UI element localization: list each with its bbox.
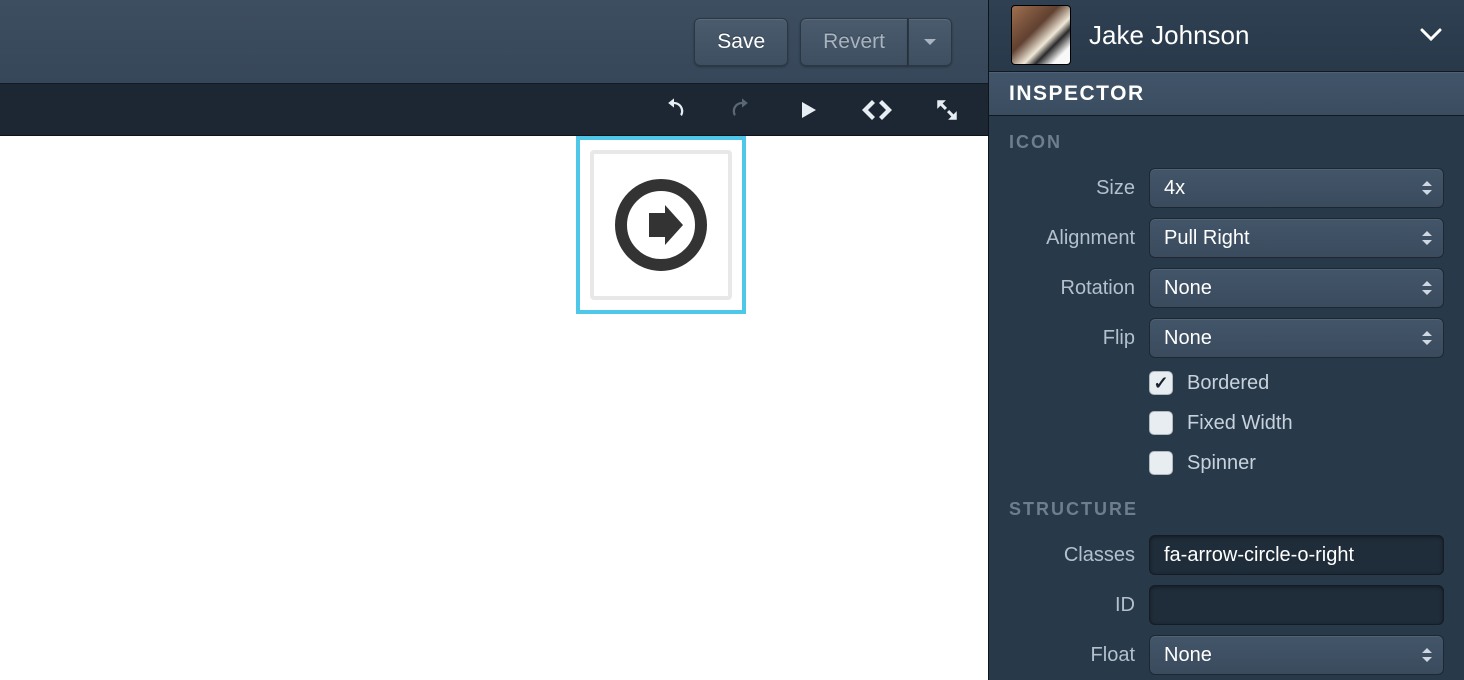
selected-element[interactable] [576,136,746,314]
rotation-value: None [1164,277,1212,300]
undo-icon [660,96,688,124]
arrow-circle-right-icon [611,175,711,275]
caret-down-icon [923,37,937,47]
size-label: Size [1009,177,1135,200]
sort-icon [1421,329,1433,347]
code-icon [860,97,894,123]
float-label: Float [1009,644,1135,667]
section-structure-label: STRUCTURE [989,483,1464,530]
classes-label: Classes [1009,544,1135,567]
size-select[interactable]: 4x [1149,168,1444,208]
rotation-label: Rotation [1009,277,1135,300]
redo-button[interactable] [728,96,756,124]
classes-input[interactable]: fa-arrow-circle-o-right [1149,535,1444,575]
fixed-width-checkbox[interactable] [1149,411,1173,435]
save-button[interactable]: Save [694,18,788,66]
id-input[interactable] [1149,585,1444,625]
alignment-label: Alignment [1009,227,1135,250]
undo-button[interactable] [660,96,688,124]
sort-icon [1421,229,1433,247]
float-select[interactable]: None [1149,635,1444,675]
bordered-checkbox[interactable] [1149,371,1173,395]
section-icon-label: ICON [989,116,1464,163]
redo-icon [728,96,756,124]
expand-icon [934,97,960,123]
rotation-select[interactable]: None [1149,268,1444,308]
bordered-label: Bordered [1187,372,1269,395]
sort-icon [1421,179,1433,197]
size-value: 4x [1164,177,1185,200]
icon-border-frame [590,150,732,300]
user-name: Jake Johnson [1089,20,1402,51]
user-menu[interactable]: Jake Johnson [989,0,1464,72]
play-icon [796,98,820,122]
chevron-down-icon [1420,28,1442,42]
classes-value: fa-arrow-circle-o-right [1164,544,1354,567]
right-panel: Jake Johnson INSPECTOR ICON Size 4x Alig… [988,0,1464,680]
revert-dropdown-button[interactable] [908,18,952,66]
alignment-select[interactable]: Pull Right [1149,218,1444,258]
id-label: ID [1009,594,1135,617]
inspector-header: INSPECTOR [989,72,1464,116]
canvas[interactable] [0,136,988,680]
sort-icon [1421,279,1433,297]
sort-icon [1421,646,1433,664]
flip-label: Flip [1009,327,1135,350]
fullscreen-button[interactable] [934,97,960,123]
alignment-value: Pull Right [1164,227,1250,250]
fixed-width-label: Fixed Width [1187,412,1293,435]
spinner-checkbox[interactable] [1149,451,1173,475]
tool-bar [0,84,988,136]
avatar [1011,5,1071,65]
play-button[interactable] [796,98,820,122]
revert-button[interactable]: Revert [800,18,908,66]
code-button[interactable] [860,97,894,123]
float-value: None [1164,644,1212,667]
top-bar: Save Revert [0,0,988,84]
flip-value: None [1164,327,1212,350]
flip-select[interactable]: None [1149,318,1444,358]
revert-split-button: Revert [800,18,952,66]
spinner-label: Spinner [1187,452,1256,475]
